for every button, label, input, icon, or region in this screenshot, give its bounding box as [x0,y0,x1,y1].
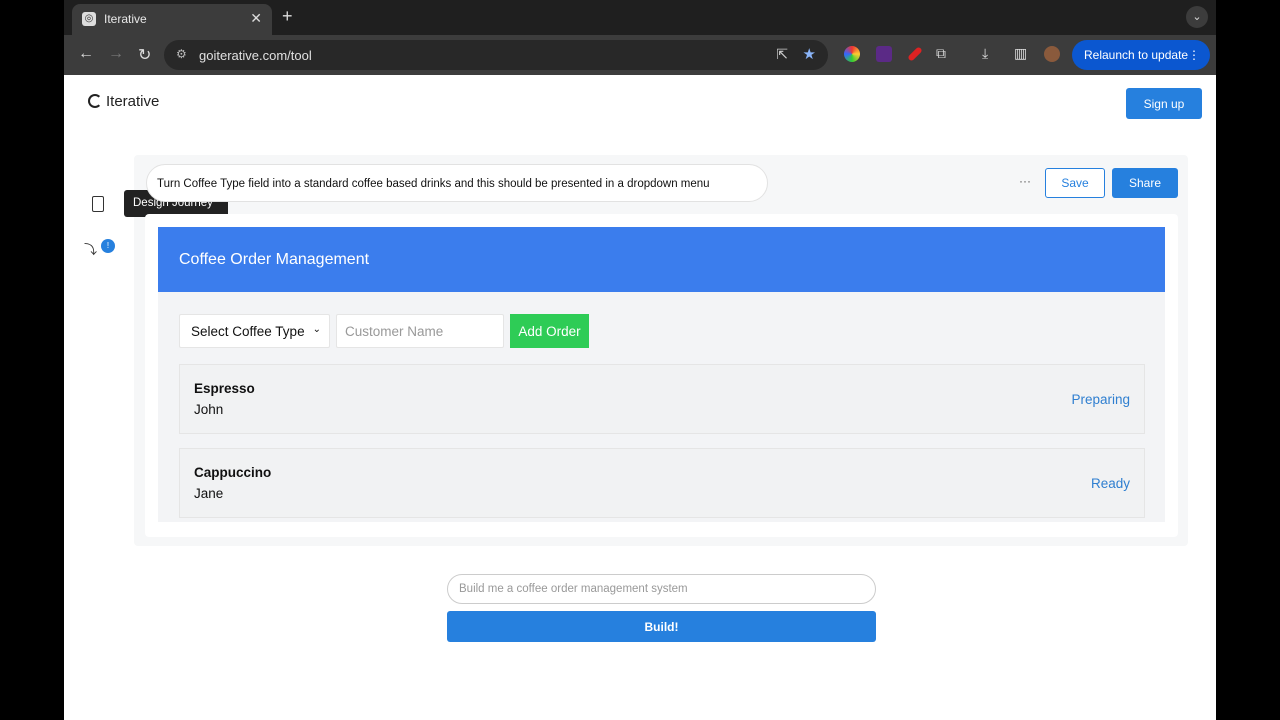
notification-badge: ! [101,239,115,253]
share-button[interactable]: Share [1112,168,1178,198]
relaunch-button[interactable]: Relaunch to update ⋮ [1072,40,1210,70]
pin-extension-icon[interactable] [907,46,923,62]
design-journey-icon[interactable] [92,196,104,212]
build-button[interactable]: Build! [447,611,876,642]
menu-dots-icon: ⋮ [1188,48,1200,62]
prompt-text[interactable]: Turn Coffee Type field into a standard c… [146,164,768,202]
tab-search-icon[interactable]: ⌄ [1186,6,1208,28]
download-icon[interactable]: ⤓ [982,45,988,62]
logo-icon [88,94,102,108]
close-tab-icon[interactable]: ✕ [250,10,262,27]
url-text: goiterative.com/tool [199,48,312,63]
logo-text: Iterative [106,93,160,110]
order-status[interactable]: Ready [1091,476,1130,491]
browser-toolbar: ← → ↻ ⚙ goiterative.com/tool ⇱ ★ ⧉ ⤓ ▥ R… [64,35,1216,75]
reload-icon[interactable]: ↻ [138,45,151,65]
page-content: Iterative Sign up Design Journey ⤵ ! Tur… [64,75,1216,720]
side-panel-icon[interactable]: ▥ [1014,45,1027,62]
profile-avatar[interactable] [1044,46,1060,62]
address-bar[interactable]: ⚙ goiterative.com/tool ⇱ ★ [164,40,828,70]
extensions-puzzle-icon[interactable]: ⧉ [936,45,946,62]
back-icon[interactable]: ← [78,45,94,63]
tab-bar: ◎ Iterative ✕ + ⌄ [64,0,1216,35]
color-extension-icon[interactable] [844,46,860,62]
new-tab-icon[interactable]: + [282,6,293,27]
app-title: Coffee Order Management [158,227,1165,292]
build-prompt-input[interactable]: Build me a coffee order management syste… [447,574,876,604]
bookmark-star-icon[interactable]: ★ [803,45,816,63]
order-customer: John [194,402,224,417]
open-in-app-icon[interactable]: ⇱ [776,46,788,63]
chevron-down-icon: ⌄ [312,324,321,335]
order-row: Cappuccino Jane Ready [179,448,1145,518]
more-options-icon[interactable]: ··· [1019,174,1031,188]
order-drink: Espresso [194,381,255,396]
relaunch-label: Relaunch to update [1084,48,1189,62]
order-drink: Cappuccino [194,465,272,480]
extension-icon[interactable] [876,46,892,62]
tab-title: Iterative [104,12,147,26]
forward-icon[interactable]: → [108,45,124,63]
order-status[interactable]: Preparing [1071,392,1130,407]
customer-name-input[interactable]: Customer Name [336,314,504,348]
logo[interactable]: Iterative [88,93,159,110]
browser-tab[interactable]: ◎ Iterative ✕ [72,4,272,35]
save-button[interactable]: Save [1045,168,1105,198]
browser-window: ◎ Iterative ✕ + ⌄ ← → ↻ ⚙ goiterative.co… [64,0,1216,720]
order-row: Espresso John Preparing [179,364,1145,434]
coffee-type-select[interactable]: Select Coffee Type ⌄ [179,314,330,348]
coffee-type-value: Select Coffee Type [191,324,305,339]
app-preview: Coffee Order Management Select Coffee Ty… [158,227,1165,522]
flow-icon[interactable]: ⤵ [84,239,97,258]
iterative-favicon-icon: ◎ [82,12,96,26]
order-customer: Jane [194,486,224,501]
site-info-icon[interactable]: ⚙ [176,47,187,61]
signup-button[interactable]: Sign up [1126,88,1202,119]
add-order-button[interactable]: Add Order [510,314,589,348]
